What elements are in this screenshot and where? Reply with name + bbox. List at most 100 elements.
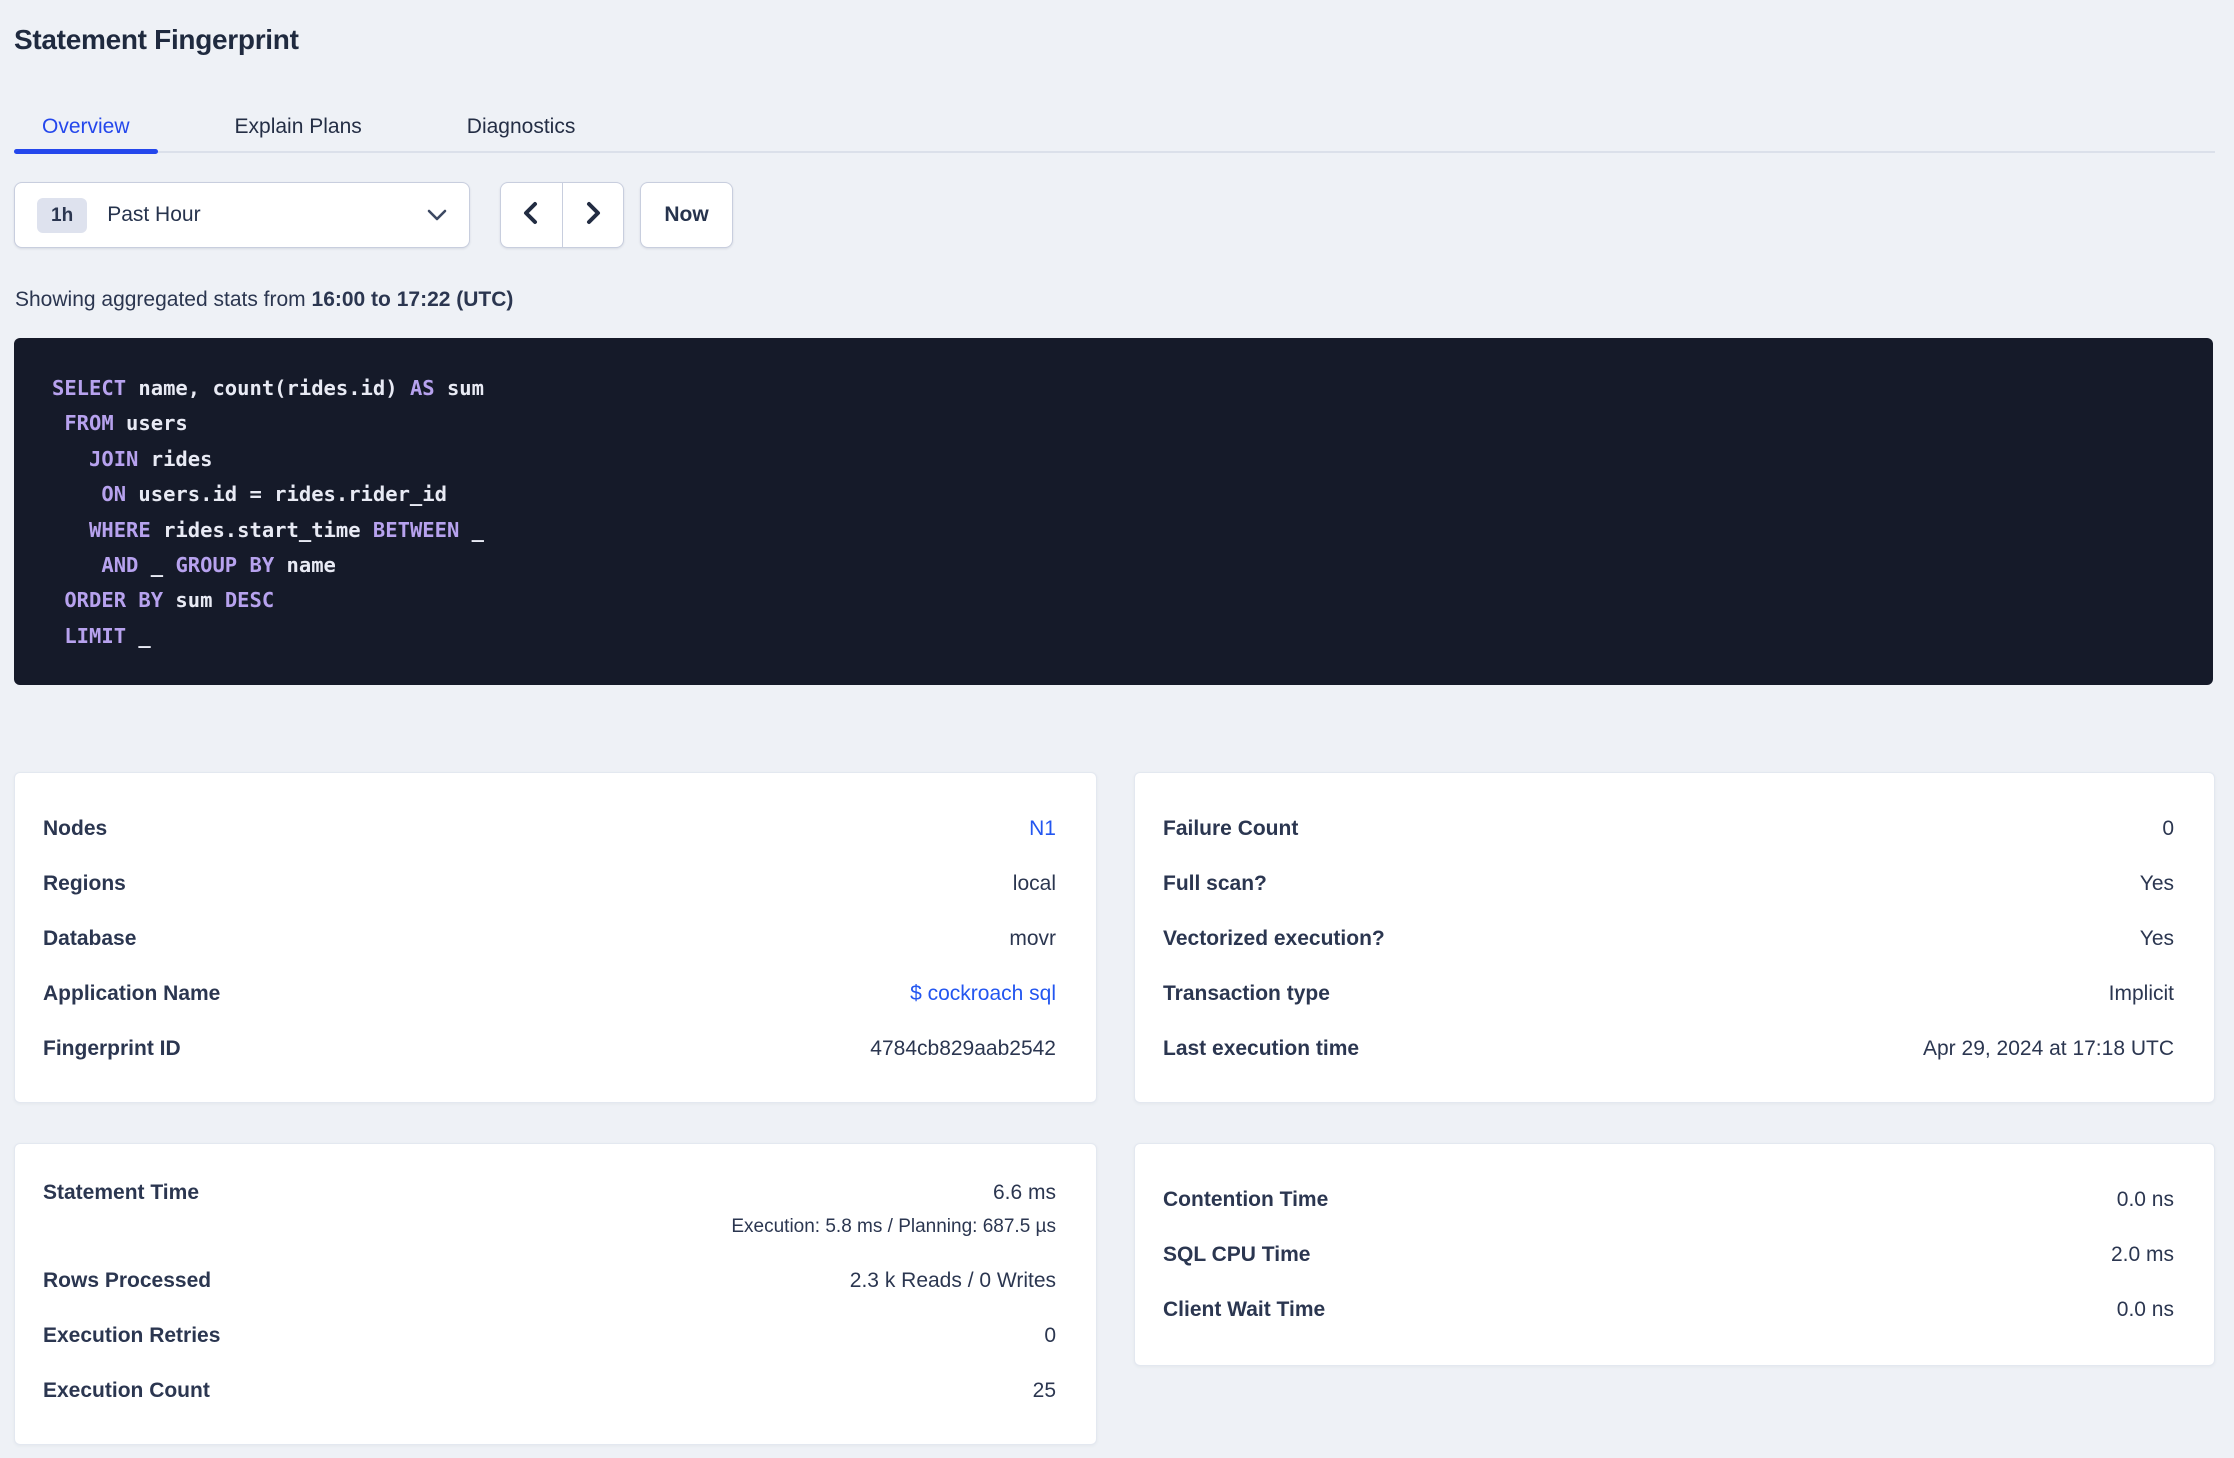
sql-keyword: GROUP BY [175,553,275,578]
time-interval-badge: 1h [37,197,88,233]
row-value-link[interactable]: N1 [1029,817,1056,841]
row-value-wrap: 25 [1033,1379,1056,1403]
sql-text: rides [138,446,213,471]
now-button[interactable]: Now [640,182,733,248]
aggregated-stats-note-range: 16:00 to 17:22 (UTC) [311,288,514,311]
row-label: Statement Time [43,1181,199,1204]
time-range-dropdown[interactable]: 1h Past Hour [14,182,470,248]
card-row: Transaction type Implicit [1163,966,2174,1021]
row-value: 2.3 k Reads / 0 Writes [849,1268,1056,1292]
row-value: movr [1009,926,1056,950]
sql-keyword: AS [409,376,435,400]
sql-text: sum [434,376,484,400]
card-row: Application Name $ cockroach sql [43,966,1056,1021]
row-label: Transaction type [1163,981,1330,1005]
row-value-wrap: 0 [2162,817,2174,841]
sql-text: users [113,411,188,436]
card-row: Rows Processed 2.3 k Reads / 0 Writes [43,1253,1056,1308]
sql-keyword: SELECT [52,376,127,400]
execution-attributes-card: Failure Count 0 Full scan? Yes Vectorized ex… [1134,772,2215,1103]
sql-keyword: WHERE [89,517,151,542]
card-row: Vectorized execution? Yes [1163,911,2174,966]
row-label: Execution Retries [43,1323,221,1347]
row-value-link[interactable]: $ cockroach sql [910,982,1056,1006]
sql-text: rides.start_time [150,517,373,542]
row-value-wrap: Apr 29, 2024 at 17:18 UTC [1923,1037,2174,1061]
sql-keyword: FROM [64,411,114,436]
card-row: Contention Time 0.0 ns [1163,1172,2174,1227]
card-row: Failure Count 0 [1163,801,2174,856]
row-label: Contention Time [1163,1187,1329,1211]
sql-keyword: ON [101,482,127,507]
row-label: Rows Processed [43,1268,212,1292]
row-value-wrap: Yes [2140,927,2174,951]
sql-text: users.id = rides.rider_id [126,482,447,507]
row-label: Vectorized execution? [1163,926,1385,950]
sql-line: FROM users [52,406,2175,441]
previous-time-range-button[interactable] [501,183,563,247]
sql-text: sum [163,588,225,613]
sql-text: _ [126,623,151,648]
row-value-wrap: Implicit [2109,982,2174,1006]
sql-line: ON users.id = rides.rider_id [52,477,2175,512]
row-value: Yes [2139,871,2174,895]
next-time-range-button[interactable] [563,183,624,247]
page-title: Statement Fingerprint [14,24,299,55]
row-value: 25 [1032,1378,1056,1402]
sql-statement-box: SELECT name, count(rides.id) AS sum FROM… [14,338,2213,685]
sql-statement: SELECT name, count(rides.id) AS sum FROM… [52,371,2175,654]
chevron-right-icon [582,200,604,231]
row-label: Execution Count [43,1378,210,1402]
time-stats-card: Contention Time 0.0 ns SQL CPU Time 2.0 ms C… [1134,1143,2215,1366]
card-row: Execution Retries 0 [43,1308,1056,1363]
sql-text: name [274,553,336,578]
row-value-wrap: 0 [1044,1324,1056,1348]
card-row: Execution Count 25 [43,1363,1056,1418]
row-value-wrap: 0.0 ns [2117,1188,2174,1212]
sql-line: LIMIT _ [52,619,2175,654]
row-label: SQL CPU Time [1163,1242,1311,1266]
card-row: Statement Time 6.6 ms Execution: 5.8 ms / … [43,1172,1056,1253]
time-step-button-group [500,182,624,248]
row-label: Client Wait Time [1163,1297,1326,1321]
row-value: 2.0 ms [2110,1242,2174,1266]
card-row: Database movr [43,911,1056,966]
row-label: Fingerprint ID [43,1036,181,1060]
sql-line: AND _ GROUP BY name [52,548,2175,583]
row-label: Last execution time [1163,1036,1360,1060]
sql-line: WHERE rides.start_time BETWEEN _ [52,513,2175,548]
sql-line: JOIN rides [52,442,2175,477]
sql-keyword: ORDER BY [64,588,164,613]
sql-keyword: LIMIT [64,623,127,648]
sql-line: SELECT name, count(rides.id) AS sum [52,371,2175,406]
row-value: 4784cb829aab2542 [870,1036,1056,1060]
sql-keyword: BETWEEN [372,517,460,542]
statement-stats-card: Statement Time 6.6 ms Execution: 5.8 ms / … [14,1143,1097,1445]
row-value: 0 [1044,1323,1056,1347]
row-subvalue: Execution: 5.8 ms / Planning: 687.5 µs [731,1216,1056,1237]
row-label: Full scan? [1163,871,1267,895]
tab-overview[interactable]: Overview [14,102,158,154]
row-value: 6.6 ms [992,1181,1056,1204]
row-label: Failure Count [1163,816,1299,840]
row-value: 0.0 ns [2116,1297,2174,1321]
sql-keyword: DESC [224,588,275,613]
statement-fingerprint-page: Statement Fingerprint Overview Explain Pl… [0,0,2234,1458]
row-value: Implicit [2108,981,2174,1005]
row-value-wrap: 2.3 k Reads / 0 Writes [850,1269,1056,1293]
sql-keyword: AND [101,553,139,578]
statement-details-card: Nodes N1 Regions local Database movr Applicati… [14,772,1097,1103]
sql-text: _ [138,553,176,578]
card-row: Fingerprint ID 4784cb829aab2542 [43,1021,1056,1076]
tab-explain-plans[interactable]: Explain Plans [207,102,390,151]
tab-bar: Overview Explain Plans Diagnostics [14,102,2215,154]
row-value: local [1012,871,1056,895]
sql-text: _ [459,517,485,542]
card-row: Nodes N1 [43,801,1056,856]
tab-diagnostics[interactable]: Diagnostics [439,102,604,151]
row-value-wrap: 0.0 ns [2117,1298,2174,1322]
card-row: Regions local [43,856,1056,911]
aggregated-stats-note-prefix: Showing aggregated stats from [15,288,312,311]
card-row: SQL CPU Time 2.0 ms [1163,1227,2174,1282]
card-row: Client Wait Time 0.0 ns [1163,1282,2174,1337]
